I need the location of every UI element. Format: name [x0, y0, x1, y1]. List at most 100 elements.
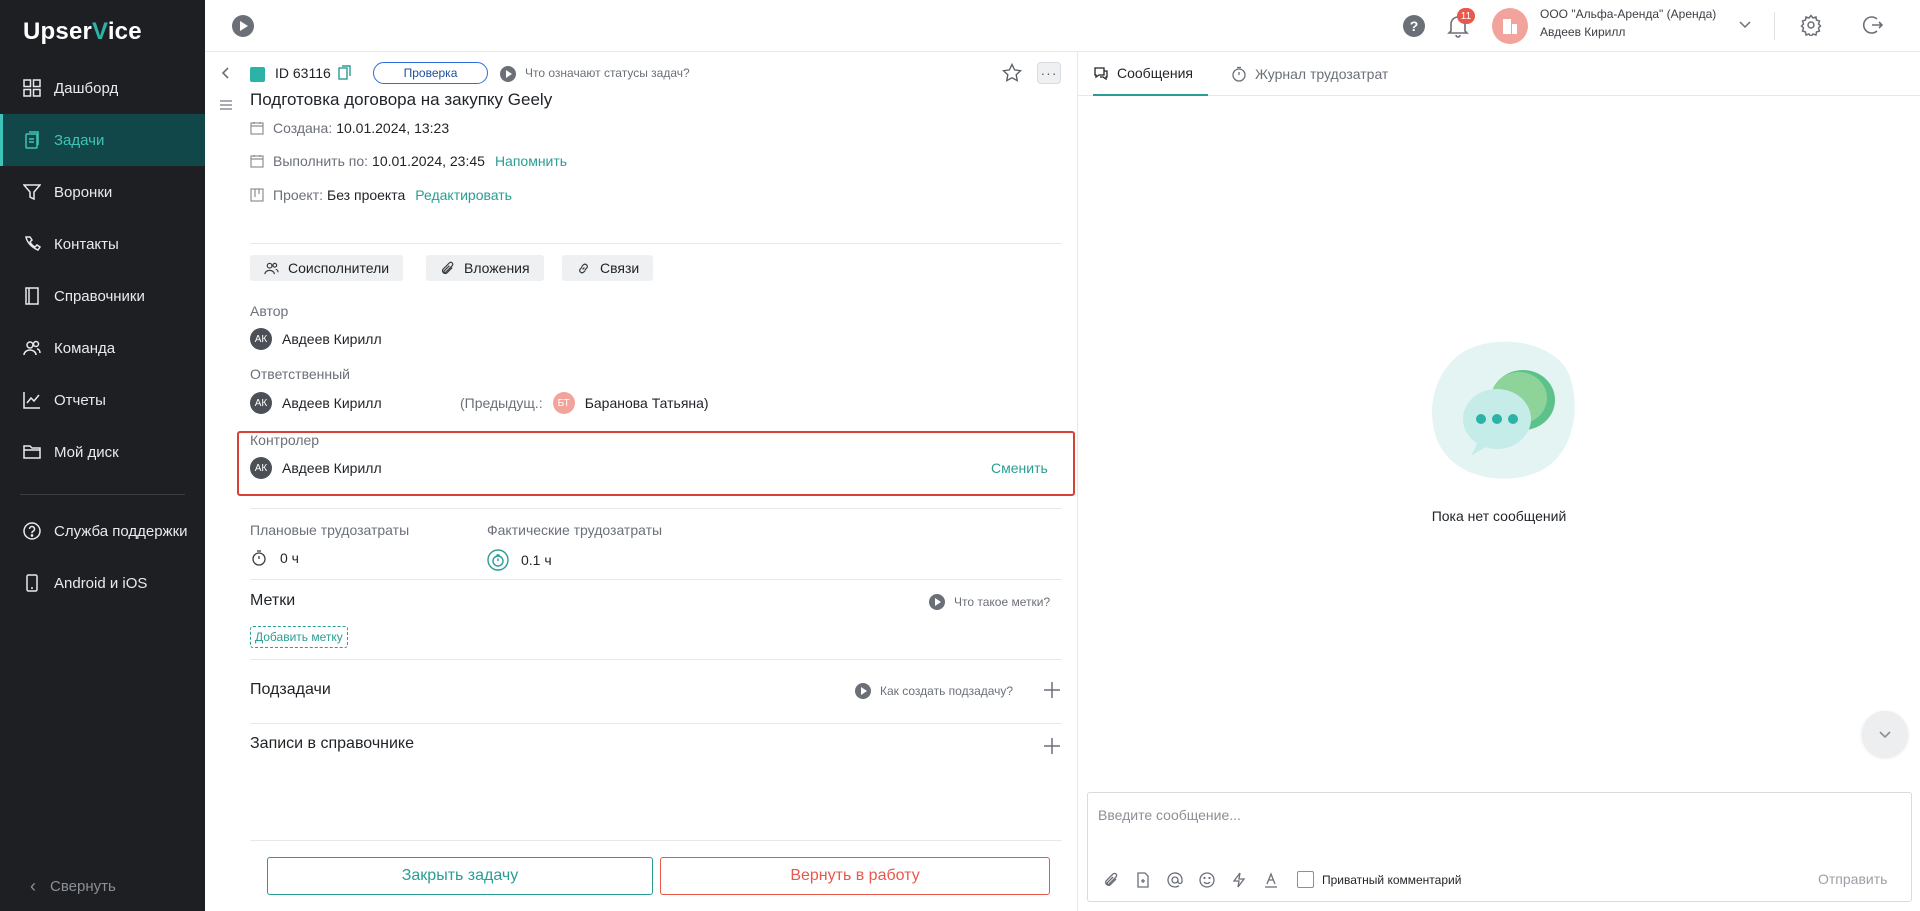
sidebar-item-support[interactable]: Служба поддержки: [0, 505, 205, 557]
due-row: Выполнить по: 10.01.2024, 23:45 Напомнит…: [250, 153, 567, 169]
phone-icon: [22, 573, 42, 593]
controller-person[interactable]: АК Авдеев Кирилл: [250, 457, 382, 479]
sidebar-item-label: Отчеты: [54, 391, 106, 409]
app-logo[interactable]: UpserVice: [23, 18, 142, 46]
empty-messages-text: Пока нет сообщений: [1431, 508, 1567, 524]
coexecutors-button[interactable]: Соисполнители: [250, 255, 404, 281]
lightning-icon[interactable]: [1230, 871, 1248, 889]
author-label: Автор: [250, 303, 289, 319]
avatar: АК: [250, 457, 272, 479]
tags-help-link[interactable]: Что такое метки?: [929, 594, 1050, 610]
tags-title: Метки: [250, 592, 296, 609]
responsible-person[interactable]: АК Авдеев Кирилл: [250, 392, 382, 414]
change-controller-link[interactable]: Сменить: [991, 460, 1048, 476]
controller-label: Контролер: [250, 432, 320, 448]
sidebar-item-references[interactable]: Справочники: [0, 270, 205, 322]
link-icon: [579, 263, 588, 273]
send-button[interactable]: Отправить: [1818, 871, 1887, 887]
previous-name: Баранова Татьяна): [584, 395, 709, 411]
more-options-button[interactable]: ···: [1037, 62, 1061, 84]
author-person[interactable]: АК Авдеев Кирилл: [250, 328, 382, 350]
links-label: Связи: [600, 260, 640, 276]
sidebar-item-reports[interactable]: Отчеты: [0, 374, 205, 426]
planned-effort[interactable]: 0 ч: [250, 549, 299, 567]
text-format-icon[interactable]: [1262, 871, 1280, 889]
attachments-button[interactable]: Вложения: [426, 255, 544, 281]
sidebar-item-mobile-apps[interactable]: Android и iOS: [0, 557, 205, 609]
menu-list-icon[interactable]: [219, 98, 233, 112]
status-badge[interactable]: Проверка: [373, 62, 488, 84]
play-video-icon[interactable]: [232, 15, 254, 37]
status-help-link[interactable]: Что означают статусы задач?: [525, 66, 690, 80]
task-title[interactable]: Подготовка договора на закупку Geely: [250, 90, 552, 110]
stopwatch-icon: [1232, 66, 1246, 82]
private-comment-label: Приватный комментарий: [1322, 872, 1462, 887]
return-to-work-button[interactable]: Вернуть в работу: [660, 857, 1050, 895]
planned-effort-value: 0 ч: [280, 550, 299, 566]
tags-help-label: Что такое метки?: [954, 595, 1051, 609]
sidebar-item-tasks[interactable]: Задачи: [0, 114, 205, 166]
responsible-name: Авдеев Кирилл: [282, 395, 382, 411]
paperclip-icon[interactable]: [1102, 871, 1120, 889]
edit-project-link[interactable]: Редактировать: [415, 187, 512, 203]
add-subtask-plus-icon[interactable]: [1043, 681, 1061, 699]
mention-icon[interactable]: [1166, 871, 1184, 889]
sidebar-item-team[interactable]: Команда: [0, 322, 205, 374]
composer-toolbar: [1102, 871, 1294, 889]
copy-icon[interactable]: [338, 65, 351, 80]
private-comment-toggle[interactable]: Приватный комментарий: [1297, 871, 1461, 888]
divider: [250, 579, 1062, 580]
links-button[interactable]: Связи: [562, 255, 654, 281]
tab-messages[interactable]: Сообщения: [1093, 52, 1208, 96]
calendar-icon: [250, 155, 264, 168]
sidebar-item-my-disk[interactable]: Мой диск: [0, 426, 205, 478]
messages-tabs: Сообщения Журнал трудозатрат: [1078, 52, 1920, 96]
help-icon[interactable]: ?: [1403, 15, 1425, 37]
tab-worklog[interactable]: Журнал трудозатрат: [1231, 52, 1388, 96]
book-icon: [22, 286, 42, 306]
chevron-down-icon[interactable]: [1738, 17, 1752, 31]
sidebar-item-funnels[interactable]: Воронки: [0, 166, 205, 218]
due-label: Выполнить по:: [273, 153, 369, 169]
task-type-icon: [250, 67, 265, 82]
close-task-button[interactable]: Закрыть задачу: [267, 857, 653, 895]
play-video-icon: [855, 683, 871, 699]
back-arrow-icon[interactable]: [219, 66, 233, 80]
scroll-down-button[interactable]: [1862, 711, 1908, 757]
actual-effort[interactable]: 0.1 ч: [487, 549, 552, 571]
tab-worklog-label: Журнал трудозатрат: [1255, 66, 1389, 82]
emoji-icon[interactable]: [1198, 871, 1216, 889]
message-composer: Приватный комментарий Отправить: [1087, 792, 1912, 902]
gear-icon[interactable]: [1800, 14, 1822, 38]
sidebar-item-label: Мой диск: [54, 443, 119, 461]
add-tag-button[interactable]: Добавить метку: [250, 626, 348, 648]
sidebar-item-dashboard[interactable]: Дашборд: [0, 62, 205, 114]
logout-icon[interactable]: [1861, 14, 1884, 36]
star-icon[interactable]: [1001, 62, 1023, 83]
building-icon: [1503, 19, 1517, 34]
due-value[interactable]: 10.01.2024, 23:45: [372, 153, 485, 169]
attachments-label: Вложения: [464, 260, 530, 276]
org-name[interactable]: ООО "Альфа-Аренда" (Аренда): [1540, 7, 1716, 21]
project-label: Проект:: [273, 187, 324, 203]
top-bar: ? 11 ООО "Альфа-Аренда" (Аренда) Авдеев …: [205, 0, 1920, 52]
sidebar-divider: [20, 494, 185, 495]
sidebar-item-label: Команда: [54, 339, 116, 357]
play-video-icon[interactable]: [500, 66, 516, 82]
subtasks-help-link[interactable]: Как создать подзадачу?: [855, 683, 1013, 699]
file-icon[interactable]: [1134, 871, 1152, 889]
sidebar-item-contacts[interactable]: Контакты: [0, 218, 205, 270]
sidebar-item-label: Справочники: [54, 287, 145, 305]
private-comment-checkbox[interactable]: [1297, 871, 1314, 888]
subtasks-title: Подзадачи: [250, 681, 331, 698]
actual-effort-value: 0.1 ч: [521, 552, 552, 568]
team-icon: [264, 262, 279, 274]
message-input[interactable]: [1088, 793, 1911, 853]
sidebar-collapse-button[interactable]: ‹ Свернуть: [30, 876, 116, 897]
current-user-name[interactable]: Авдеев Кирилл: [1540, 25, 1625, 39]
actual-effort-label: Фактические трудозатраты: [487, 522, 663, 538]
remind-link[interactable]: Напомнить: [495, 153, 567, 169]
org-avatar[interactable]: [1492, 8, 1528, 44]
sidebar-item-label: Воронки: [54, 183, 113, 201]
add-record-plus-icon[interactable]: [1043, 737, 1061, 755]
